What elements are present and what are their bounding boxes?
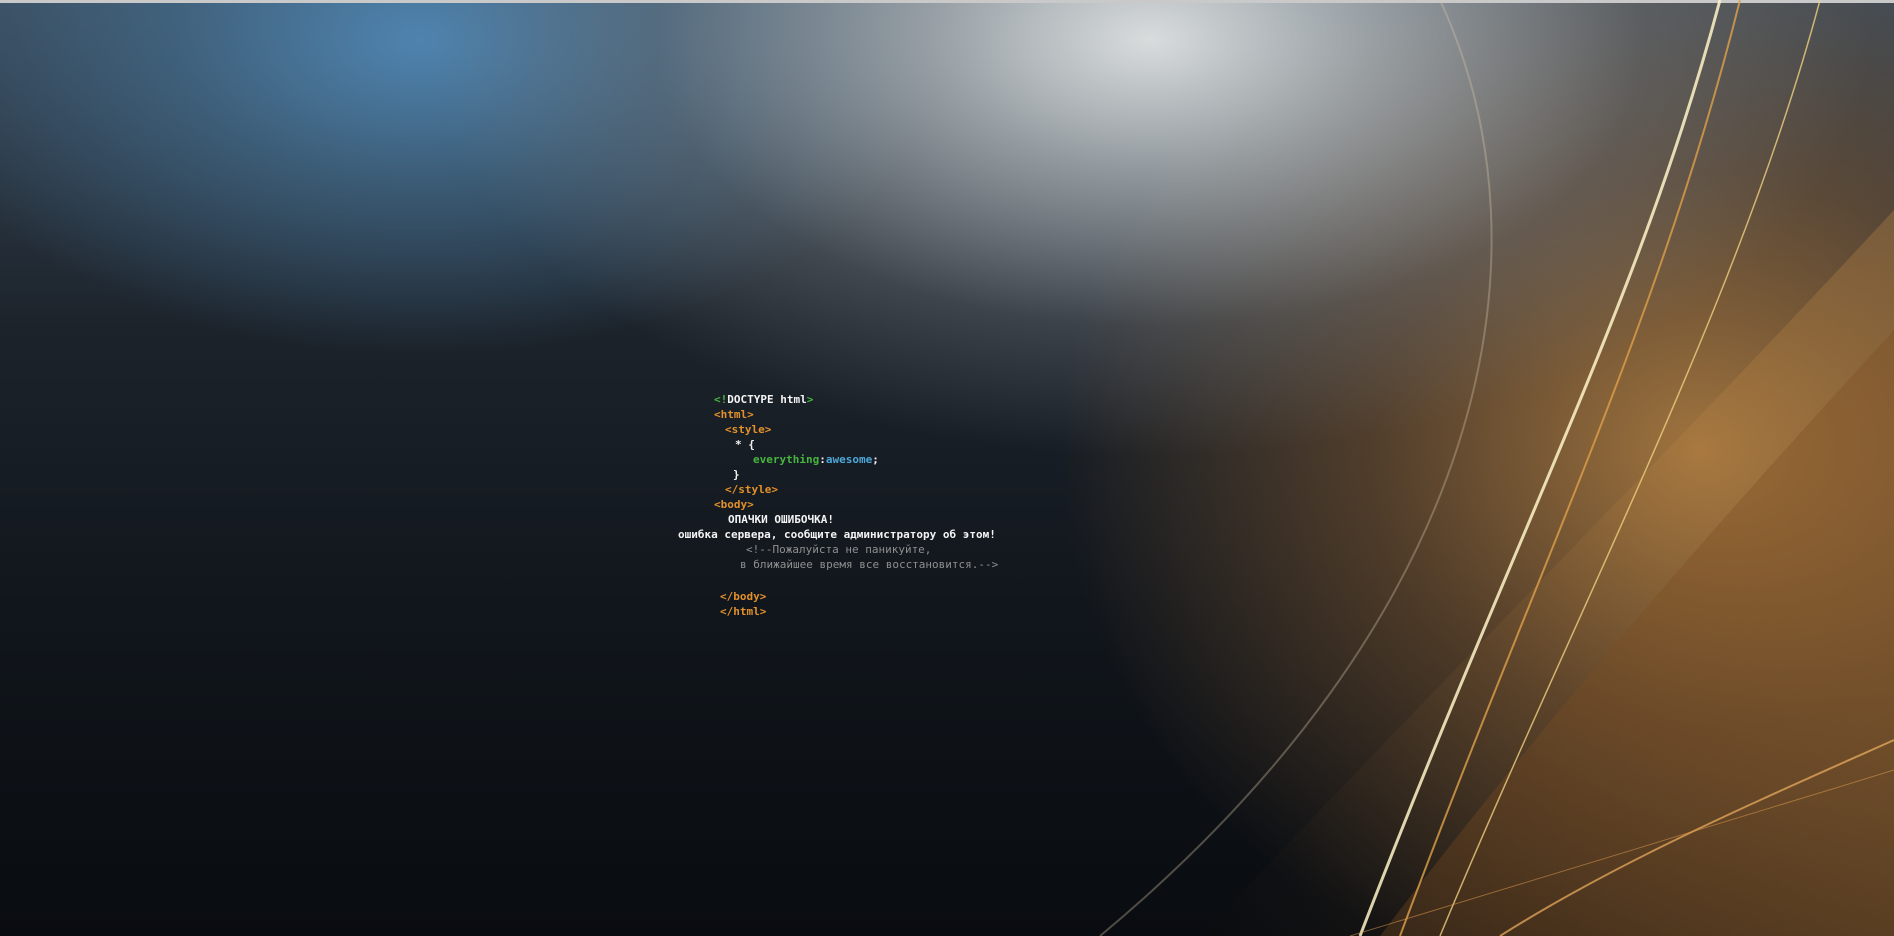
css-rule-selector: * { <box>735 438 755 451</box>
error-page: <!DOCTYPE html> <html> <style> * { every… <box>0 0 1894 936</box>
html-open-tag: <html> <box>714 408 754 421</box>
comment-line-1: <!--Пожалуйста не паникуйте, <box>746 543 932 556</box>
html-close-tag: </html> <box>720 605 767 618</box>
css-property: everything <box>753 453 820 466</box>
css-rule-close: } <box>733 468 740 481</box>
doctype-line: <!DOCTYPE html> <box>714 392 813 407</box>
abstract-light-swoosh-background <box>1099 0 1894 936</box>
css-colon: : <box>819 453 826 466</box>
doctype-open: <! <box>714 393 728 406</box>
body-close-tag: </body> <box>720 590 767 603</box>
css-semicolon: ; <box>872 453 879 466</box>
css-declaration: everything:awesome; <box>753 452 879 467</box>
error-heading: ОПАЧКИ ОШИБОЧКА! <box>728 513 834 526</box>
error-message: ошибка сервера, сообщите администратору … <box>678 528 996 541</box>
css-value: awesome <box>825 453 873 466</box>
doctype-text: DOCTYPE html <box>727 393 807 406</box>
style-open-tag: <style> <box>725 423 772 436</box>
body-open-tag: <body> <box>714 498 754 511</box>
style-close-tag: </style> <box>725 483 778 496</box>
comment-line-2: в ближайшее время все восстановится.--> <box>740 558 999 571</box>
doctype-close: > <box>806 393 814 406</box>
